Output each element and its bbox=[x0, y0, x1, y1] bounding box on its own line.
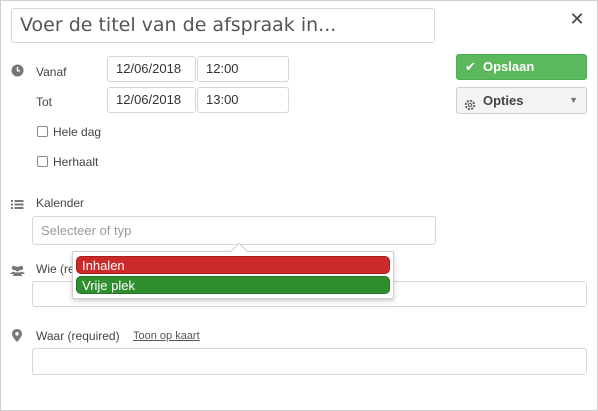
show-on-map-link[interactable]: Toon op kaart bbox=[133, 330, 200, 342]
clock-icon bbox=[11, 64, 25, 78]
calendar-label: Kalender bbox=[36, 196, 85, 210]
where-input[interactable] bbox=[32, 348, 587, 375]
who-label: Wie (re bbox=[36, 262, 75, 276]
where-label: Waar (required) bbox=[36, 329, 120, 343]
map-marker-icon bbox=[12, 329, 26, 343]
calendar-option-inhalen[interactable]: Inhalen bbox=[76, 256, 390, 274]
to-label: Tot bbox=[36, 95, 53, 109]
save-button[interactable]: ✔ Opslaan bbox=[456, 54, 587, 80]
gear-icon bbox=[464, 94, 476, 119]
users-icon bbox=[10, 264, 25, 278]
from-time-input[interactable]: 12:00 bbox=[197, 56, 289, 82]
from-date-input[interactable]: 12/06/2018 bbox=[107, 56, 196, 82]
caret-down-icon: ▼ bbox=[569, 95, 578, 105]
repeat-checkbox[interactable] bbox=[37, 156, 48, 167]
calendar-option-vrije-plek[interactable]: Vrije plek bbox=[76, 276, 390, 294]
calendar-dropdown: Inhalen Vrije plek bbox=[72, 242, 394, 299]
list-icon bbox=[11, 198, 25, 212]
from-label: Vanaf bbox=[36, 65, 67, 79]
repeat-label: Herhaalt bbox=[53, 155, 99, 169]
calendar-select-input[interactable]: Selecteer of typ bbox=[32, 216, 436, 245]
to-date-input[interactable]: 12/06/2018 bbox=[107, 87, 196, 113]
all-day-checkbox[interactable] bbox=[37, 126, 48, 137]
appointment-title-input[interactable]: Voer de titel van de afspraak in... bbox=[11, 8, 435, 43]
appointment-dialog: Voer de titel van de afspraak in... ✕ Va… bbox=[0, 0, 598, 411]
save-button-label: Opslaan bbox=[483, 59, 535, 74]
all-day-label: Hele dag bbox=[53, 125, 102, 139]
to-time-input[interactable]: 13:00 bbox=[197, 87, 289, 113]
options-button-label: Opties bbox=[483, 93, 524, 108]
checkmark-icon: ✔ bbox=[465, 59, 476, 74]
close-icon[interactable]: ✕ bbox=[566, 9, 588, 31]
options-button[interactable]: Opties ▼ bbox=[456, 87, 587, 114]
